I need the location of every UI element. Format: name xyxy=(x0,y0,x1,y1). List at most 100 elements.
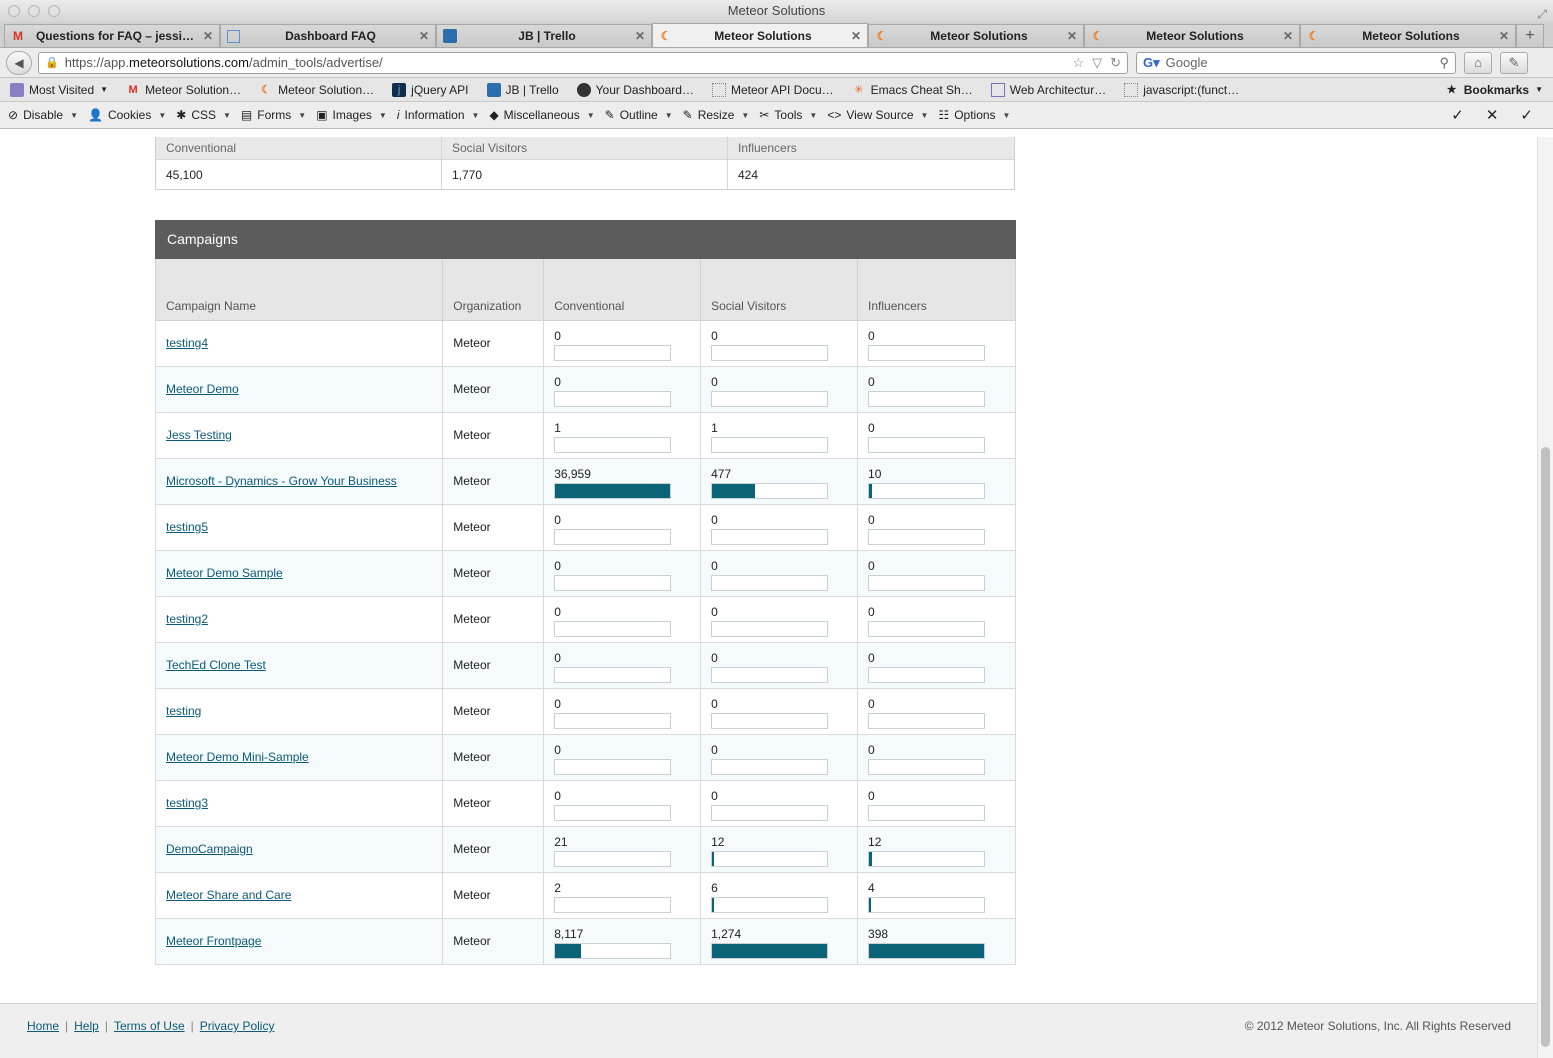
devtool-miscellaneous[interactable]: ◆ Miscellaneous ▼ xyxy=(489,108,594,122)
tab-meteor-solutions[interactable]: ☾ Meteor Solutions ✕ xyxy=(1084,24,1300,47)
progress-bar-fill xyxy=(869,897,872,912)
summary-value: 1,770 xyxy=(442,160,728,189)
devtool-cookies[interactable]: 👤 Cookies ▼ xyxy=(88,108,166,122)
campaign-link[interactable]: Microsoft - Dynamics - Grow Your Busines… xyxy=(166,474,397,488)
metric-value: 1,274 xyxy=(711,926,742,941)
tab-meteor-solutions[interactable]: ☾ Meteor Solutions ✕ xyxy=(1300,24,1516,47)
search-icon[interactable]: ⚲ xyxy=(1439,55,1449,71)
campaign-link[interactable]: Meteor Share and Care xyxy=(166,888,291,902)
google-icon[interactable]: G▾ xyxy=(1143,55,1160,71)
bookmark-item[interactable]: JB | Trello xyxy=(486,82,559,97)
error-close-icon[interactable]: ✕ xyxy=(1486,106,1499,124)
column-header: Social Visitors xyxy=(700,259,859,321)
resize-icon: ✎ xyxy=(682,108,693,122)
metric-value: 0 xyxy=(711,742,718,757)
zoom-window-button[interactable] xyxy=(48,5,60,17)
campaign-link[interactable]: Jess Testing xyxy=(166,428,232,442)
close-tab-icon[interactable]: ✕ xyxy=(635,29,645,43)
campaign-link[interactable]: testing4 xyxy=(166,336,208,350)
campaign-link[interactable]: Meteor Demo Sample xyxy=(166,566,283,580)
tab-gmail-faq[interactable]: M Questions for FAQ – jessi… ✕ xyxy=(4,24,220,47)
devtool-tools[interactable]: ✂ Tools ▼ xyxy=(759,108,817,122)
bookmark-item[interactable]: M Meteor Solution… xyxy=(126,83,241,97)
history-dropdown-icon[interactable]: ▽ xyxy=(1092,55,1102,71)
minimize-window-button[interactable] xyxy=(28,5,40,17)
close-window-button[interactable] xyxy=(8,5,20,17)
campaign-link[interactable]: testing5 xyxy=(166,520,208,534)
conventional-cell: 0 xyxy=(543,365,702,413)
column-header: Conventional xyxy=(543,259,702,321)
metric-value: 0 xyxy=(868,604,875,619)
validate-check-icon[interactable]: ✓ xyxy=(1520,106,1533,124)
search-input[interactable]: Google xyxy=(1166,55,1440,70)
extension-button[interactable]: ✎ xyxy=(1500,51,1528,74)
organization-cell: Meteor xyxy=(442,871,545,919)
campaign-link[interactable]: Meteor Frontpage xyxy=(166,934,261,948)
new-tab-button[interactable]: + xyxy=(1516,24,1544,47)
bookmarks-menu-button[interactable]: ★ Bookmarks ▼ xyxy=(1445,83,1543,97)
progress-bar xyxy=(868,942,986,959)
devtool-forms[interactable]: ▤ Forms ▼ xyxy=(241,108,306,122)
social-visitors-cell: 1 xyxy=(700,411,859,459)
progress-bar-fill xyxy=(712,851,715,866)
bookmark-item[interactable]: Web Architectur… xyxy=(990,82,1106,97)
metric-value: 0 xyxy=(868,788,875,803)
campaign-name-cell: Meteor Demo xyxy=(154,365,444,413)
bookmark-item[interactable]: ☾ Meteor Solution… xyxy=(259,83,374,97)
campaign-link[interactable]: testing3 xyxy=(166,796,208,810)
search-bar[interactable]: G▾ Google ⚲ xyxy=(1136,51,1456,74)
reload-icon[interactable]: ↻ xyxy=(1110,55,1121,71)
tab-dashboard-faq[interactable]: Dashboard FAQ ✕ xyxy=(220,24,436,47)
campaign-link[interactable]: DemoCampaign xyxy=(166,842,253,856)
scrollbar-thumb[interactable] xyxy=(1541,447,1550,1047)
back-button[interactable]: ◀ xyxy=(6,50,32,75)
close-tab-icon[interactable]: ✕ xyxy=(1067,29,1077,43)
campaign-link[interactable]: testing xyxy=(166,704,201,718)
tab-label: Meteor Solutions xyxy=(714,28,812,43)
bookmark-item[interactable]: j jQuery API xyxy=(392,82,469,97)
bookmark-item[interactable]: ✳ Emacs Cheat Sh… xyxy=(852,83,973,97)
address-bar[interactable]: 🔒 https://app.meteorsolutions.com/admin_… xyxy=(38,51,1128,74)
organization-cell: Meteor xyxy=(442,917,545,965)
footer-link-help[interactable]: Help xyxy=(74,1019,99,1033)
devtool-css[interactable]: ✱ CSS ▼ xyxy=(176,108,231,122)
close-tab-icon[interactable]: ✕ xyxy=(203,29,213,43)
close-tab-icon[interactable]: ✕ xyxy=(851,29,861,43)
tab-meteor-solutions-active[interactable]: ☾ Meteor Solutions ✕ xyxy=(652,23,868,47)
close-tab-icon[interactable]: ✕ xyxy=(419,29,429,43)
totals-summary-table: Conventional Social Visitors Influencers… xyxy=(155,137,1015,190)
validate-check-icon[interactable]: ✓ xyxy=(1451,106,1464,124)
campaign-link[interactable]: TechEd Clone Test xyxy=(166,658,266,672)
footer-link-privacy[interactable]: Privacy Policy xyxy=(200,1019,275,1033)
devtool-outline[interactable]: ✎ Outline ▼ xyxy=(605,108,673,122)
bookmark-item[interactable]: Meteor API Docu… xyxy=(711,82,834,97)
meteor-icon: ☾ xyxy=(261,84,272,96)
close-tab-icon[interactable]: ✕ xyxy=(1499,29,1509,43)
devtool-images[interactable]: ▣ Images ▼ xyxy=(316,108,387,122)
devtool-view-source[interactable]: <> View Source ▼ xyxy=(827,108,928,122)
close-tab-icon[interactable]: ✕ xyxy=(1283,29,1293,43)
devtool-resize[interactable]: ✎ Resize ▼ xyxy=(683,108,750,122)
devtool-information[interactable]: i Information ▼ xyxy=(397,108,480,122)
bookmark-item[interactable]: javascript:(funct… xyxy=(1124,82,1239,97)
campaign-link[interactable]: testing2 xyxy=(166,612,208,626)
devtool-options[interactable]: ☷ Options ▼ xyxy=(938,108,1010,122)
bookmark-star-icon[interactable]: ☆ xyxy=(1072,55,1084,71)
tab-meteor-solutions[interactable]: ☾ Meteor Solutions ✕ xyxy=(868,24,1084,47)
organization-cell: Meteor xyxy=(442,733,545,781)
progress-bar xyxy=(554,436,672,453)
campaign-link[interactable]: Meteor Demo Mini-Sample xyxy=(166,750,309,764)
influencers-cell: 0 xyxy=(857,779,1016,827)
bookmark-most-visited[interactable]: Most Visited ▼ xyxy=(10,82,108,97)
url-text[interactable]: https://app.meteorsolutions.com/admin_to… xyxy=(65,55,1073,70)
footer-link-terms[interactable]: Terms of Use xyxy=(114,1019,185,1033)
campaign-link[interactable]: Meteor Demo xyxy=(166,382,239,396)
vertical-scrollbar[interactable] xyxy=(1537,137,1553,1058)
footer-link-home[interactable]: Home xyxy=(27,1019,59,1033)
metric-value: 1 xyxy=(711,420,718,435)
bookmark-item[interactable]: Your Dashboard… xyxy=(576,82,694,97)
devtool-disable[interactable]: ⊘ Disable ▼ xyxy=(8,108,78,122)
tab-trello[interactable]: JB | Trello ✕ xyxy=(436,24,652,47)
fullscreen-icon[interactable]: ⤢ xyxy=(1537,3,1547,25)
home-button[interactable]: ⌂ xyxy=(1464,51,1492,74)
